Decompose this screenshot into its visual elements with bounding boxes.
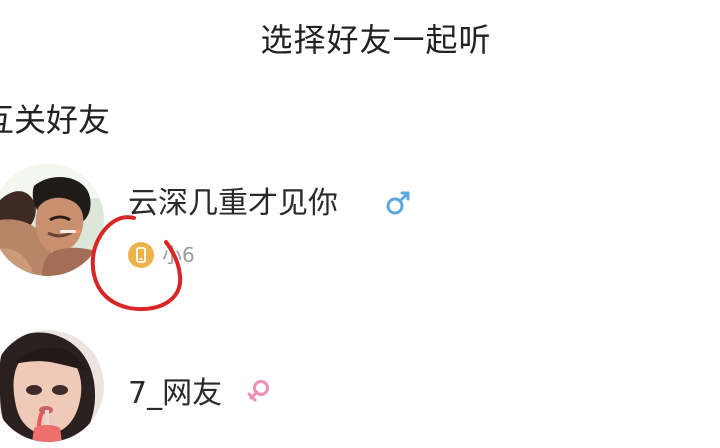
avatar-yunshen [0, 164, 104, 276]
device-label: 小6 [162, 243, 195, 267]
male-icon [384, 189, 412, 217]
friend-row-7-wangyou[interactable]: 7_网友 [0, 326, 720, 448]
avatar-7-wangyou [0, 330, 104, 442]
friend-row-yunshen[interactable]: 云深几重才见你 小6 [0, 160, 720, 286]
friend-name: 7_网友 [128, 376, 223, 411]
section-title-mutual-friends: 互关好友 [0, 101, 111, 139]
friend-picker-screen: 选择好友一起听 互关好友 云深几重才见你 [0, 0, 720, 448]
page-title: 选择好友一起听 [260, 21, 492, 59]
female-icon [245, 378, 273, 406]
friend-name: 云深几重才见你 [128, 186, 338, 221]
phone-icon [128, 242, 154, 268]
